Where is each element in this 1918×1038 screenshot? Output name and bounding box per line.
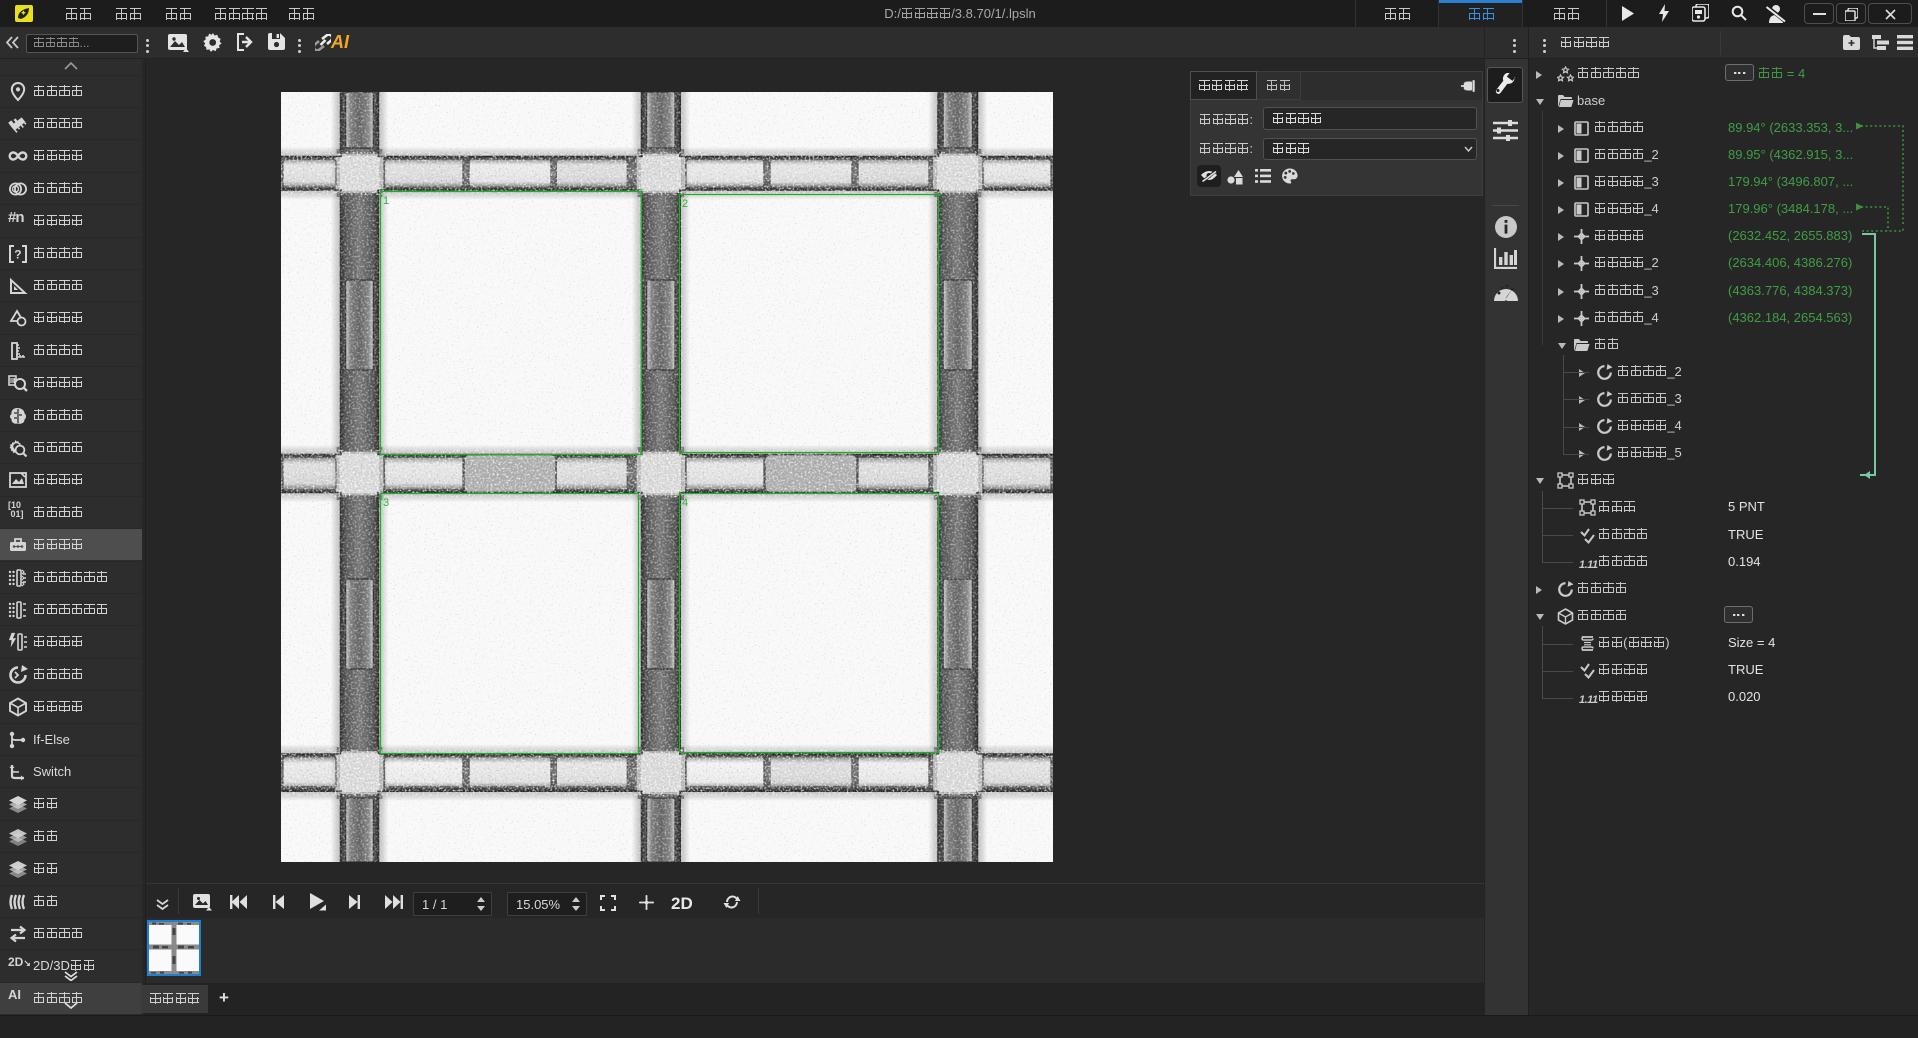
svg-text:4: 4 [682, 497, 688, 509]
svg-text:1: 1 [383, 195, 389, 207]
svg-text:2: 2 [682, 198, 688, 210]
svg-text:3: 3 [383, 497, 389, 509]
svg-text:?: ? [14, 247, 21, 261]
